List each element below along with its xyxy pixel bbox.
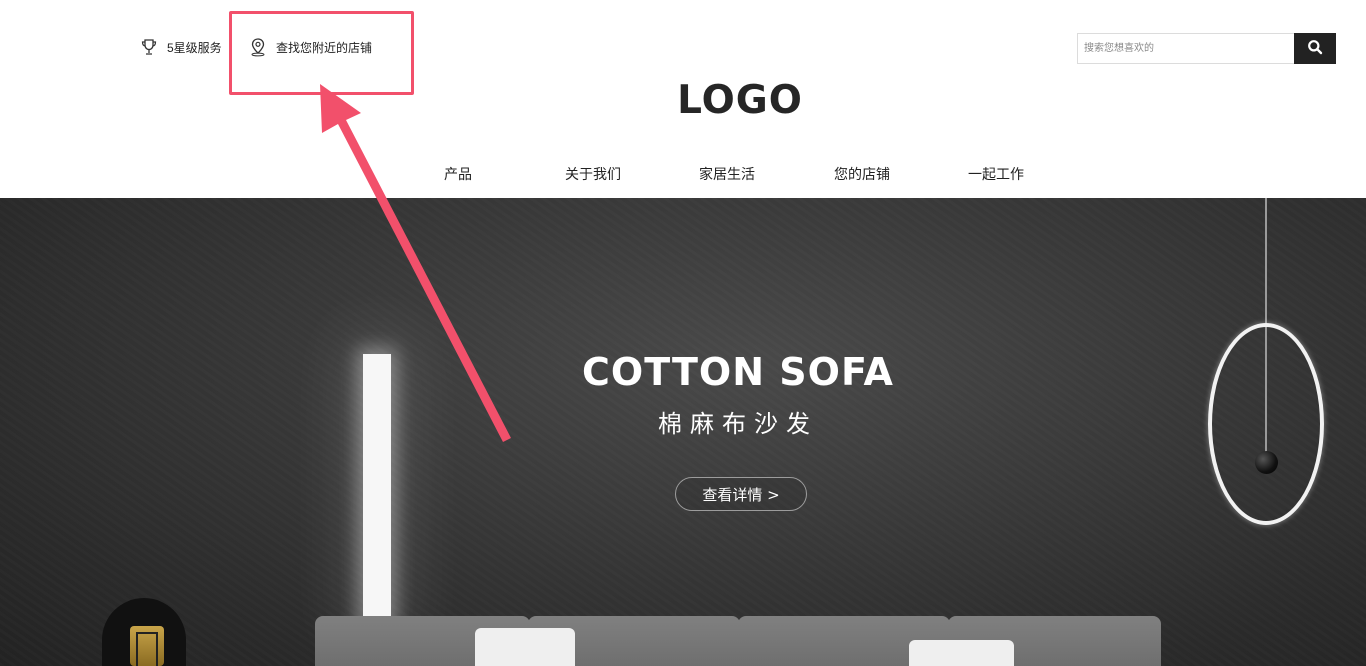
view-details-button[interactable]: 查看详情 >	[675, 477, 807, 511]
site-logo[interactable]: LOGO	[640, 78, 840, 123]
nav-item-products[interactable]: 产品	[444, 164, 472, 184]
sofa-image	[315, 616, 1161, 666]
search-button[interactable]	[1294, 33, 1336, 64]
decor-sculpture	[96, 598, 188, 666]
service-badge[interactable]: 5星级服务	[139, 37, 222, 57]
nav-item-your-store[interactable]: 您的店铺	[834, 164, 890, 184]
main-nav: 产品 关于我们 家居生活 您的店铺 一起工作	[0, 164, 1366, 184]
pendant-ring-lamp	[1208, 323, 1324, 525]
hero-title: COTTON SOFA	[582, 350, 894, 394]
site-header: 5星级服务 查找您附近的店铺 LOGO 产品 关于我们 家居生活 您的店	[0, 0, 1366, 198]
nav-item-home-living[interactable]: 家居生活	[699, 164, 755, 184]
pendant-ball	[1255, 451, 1278, 474]
trophy-icon	[139, 37, 159, 57]
sofa-pillow	[475, 628, 575, 666]
hero-banner: COTTON SOFA 棉麻布沙发 查看详情 >	[0, 198, 1366, 666]
search-icon	[1307, 39, 1323, 58]
search-input[interactable]	[1077, 33, 1294, 64]
search-bar	[1077, 33, 1336, 64]
sofa-pillow	[909, 640, 1014, 666]
nav-item-work-together[interactable]: 一起工作	[968, 164, 1024, 184]
service-label: 5星级服务	[167, 40, 222, 55]
annotation-highlight-box	[229, 11, 414, 95]
hero-subtitle: 棉麻布沙发	[658, 410, 818, 438]
floor-lamp-light	[363, 354, 391, 624]
nav-item-about[interactable]: 关于我们	[565, 164, 621, 184]
